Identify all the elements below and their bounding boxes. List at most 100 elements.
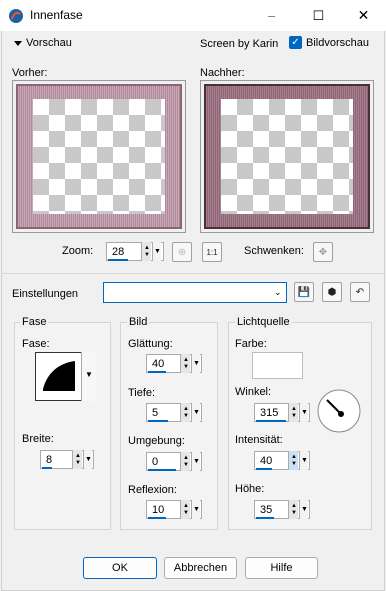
- spin-up-icon[interactable]: ▲: [144, 245, 150, 251]
- bild-group-title: Bild: [127, 316, 150, 328]
- dropdown-arrow-icon: ▼: [85, 456, 92, 463]
- reflection-value: 10: [152, 504, 165, 516]
- spin-up-icon[interactable]: ▲: [291, 503, 297, 509]
- width-indicator: [42, 467, 52, 469]
- spin-down-icon[interactable]: ▼: [183, 462, 189, 468]
- dropdown-arrow-icon: ▼: [193, 458, 200, 465]
- cancel-button[interactable]: Abbrechen: [164, 557, 237, 579]
- depth-indicator: [148, 420, 168, 422]
- settings-select[interactable]: ⌄: [103, 282, 287, 303]
- depth-label: Tiefe:: [128, 387, 156, 399]
- spin-up-icon[interactable]: ▲: [75, 453, 81, 459]
- spin-up-icon[interactable]: ▲: [183, 455, 189, 461]
- before-label: Vorher:: [12, 67, 48, 79]
- intensity-spinner[interactable]: ▲ ▼: [288, 451, 298, 470]
- elevation-label: Höhe:: [235, 483, 265, 495]
- settings-label: Einstellungen: [12, 288, 79, 300]
- ambience-dropdown[interactable]: ▼: [191, 452, 200, 471]
- elevation-indicator: [256, 517, 274, 519]
- smoothness-value: 40: [152, 358, 165, 370]
- zoom-value: 28: [112, 246, 125, 258]
- zoom-label: Zoom:: [62, 245, 94, 257]
- chevron-down-icon[interactable]: ⌄: [274, 287, 282, 298]
- after-preview[interactable]: [200, 80, 374, 233]
- bildvorschau-label[interactable]: Bildvorschau: [306, 37, 369, 49]
- intensity-value: 40: [260, 455, 273, 467]
- smoothness-dropdown[interactable]: ▼: [191, 354, 200, 373]
- depth-dropdown[interactable]: ▼: [191, 403, 200, 422]
- zoom-spinner[interactable]: ▲ ▼: [141, 242, 151, 261]
- spin-up-icon[interactable]: ▲: [291, 406, 297, 412]
- ambience-indicator: [148, 469, 176, 471]
- dropdown-arrow-icon: ▼: [301, 409, 308, 416]
- minimize-button[interactable]: –: [249, 0, 294, 31]
- reflection-dropdown[interactable]: ▼: [191, 500, 200, 519]
- width-dropdown[interactable]: ▼: [83, 450, 92, 469]
- depth-value: 5: [152, 407, 159, 419]
- width-label: Breite:: [22, 433, 54, 445]
- bevel-select[interactable]: ▼: [35, 352, 96, 401]
- spin-down-icon[interactable]: ▼: [183, 413, 189, 419]
- dropdown-arrow-icon: ▼: [301, 457, 308, 464]
- width-value: 8: [46, 454, 53, 466]
- window-title: Innenfase: [30, 8, 83, 22]
- pan-icon[interactable]: ✥: [313, 242, 333, 262]
- light-group-title: Lichtquelle: [235, 316, 292, 328]
- angle-spinner[interactable]: ▲ ▼: [288, 403, 298, 422]
- maximize-icon: ☐: [312, 7, 325, 23]
- dropdown-arrow-icon: ▼: [301, 506, 308, 513]
- zoom-actual-size-icon[interactable]: 1:1: [202, 242, 222, 262]
- spin-down-icon[interactable]: ▼: [183, 510, 189, 516]
- zoom-dropdown[interactable]: ▼: [152, 242, 161, 261]
- bevel-dropdown[interactable]: ▼: [81, 352, 96, 401]
- angle-value: 315: [260, 407, 279, 419]
- smoothness-spinner[interactable]: ▲ ▼: [180, 354, 190, 373]
- width-spinner[interactable]: ▲ ▼: [72, 450, 82, 469]
- reflection-spinner[interactable]: ▲ ▼: [180, 500, 190, 519]
- spin-up-icon[interactable]: ▲: [183, 406, 189, 412]
- light-color-swatch[interactable]: [252, 352, 303, 379]
- maximize-button[interactable]: ☐: [296, 0, 341, 31]
- app-icon: [9, 9, 23, 23]
- spin-down-icon[interactable]: ▼: [75, 460, 81, 466]
- minimize-icon: –: [267, 8, 276, 23]
- elevation-spinner[interactable]: ▲ ▼: [288, 500, 298, 519]
- intensity-dropdown[interactable]: ▼: [299, 451, 308, 470]
- dropdown-arrow-icon: ▼: [193, 506, 200, 513]
- after-frame: [204, 84, 370, 229]
- dropdown-arrow-icon: ▼: [193, 409, 200, 416]
- spin-down-icon[interactable]: ▼: [291, 461, 297, 467]
- reset-icon[interactable]: ↶: [350, 282, 370, 302]
- transparency-checker: [33, 99, 165, 214]
- screen-credit: Screen by Karin: [200, 38, 279, 50]
- zoom-fit-icon[interactable]: ⊕: [172, 242, 192, 262]
- spin-up-icon[interactable]: ▲: [183, 503, 189, 509]
- after-label: Nachher:: [200, 67, 245, 79]
- close-button[interactable]: ✕: [341, 0, 386, 31]
- save-icon[interactable]: 💾: [294, 282, 314, 302]
- preview-toggle[interactable]: Vorschau: [26, 37, 72, 49]
- ok-button[interactable]: OK: [83, 557, 157, 579]
- angle-dial[interactable]: [316, 388, 362, 434]
- bildvorschau-checkbox[interactable]: ✓: [289, 36, 302, 49]
- angle-dropdown[interactable]: ▼: [299, 403, 308, 422]
- elevation-dropdown[interactable]: ▼: [299, 500, 308, 519]
- spin-down-icon[interactable]: ▼: [291, 413, 297, 419]
- reflection-label: Reflexion:: [128, 484, 177, 496]
- ambience-spinner[interactable]: ▲ ▼: [180, 452, 190, 471]
- chevron-down-icon[interactable]: [14, 41, 22, 46]
- help-button[interactable]: Hilfe: [245, 557, 318, 579]
- spin-up-icon[interactable]: ▲: [183, 357, 189, 363]
- cube-icon[interactable]: ⬢: [322, 282, 342, 302]
- spin-down-icon[interactable]: ▼: [291, 510, 297, 516]
- intensity-indicator: [256, 468, 272, 470]
- color-label: Farbe:: [235, 338, 267, 350]
- spin-down-icon[interactable]: ▼: [183, 364, 189, 370]
- ambience-value: 0: [152, 456, 159, 468]
- depth-spinner[interactable]: ▲ ▼: [180, 403, 190, 422]
- ambience-label: Umgebung:: [128, 435, 185, 447]
- spin-down-icon[interactable]: ▼: [144, 252, 150, 258]
- dropdown-arrow-icon: ▼: [85, 370, 93, 379]
- spin-up-icon[interactable]: ▲: [291, 454, 297, 460]
- before-frame: [16, 84, 182, 229]
